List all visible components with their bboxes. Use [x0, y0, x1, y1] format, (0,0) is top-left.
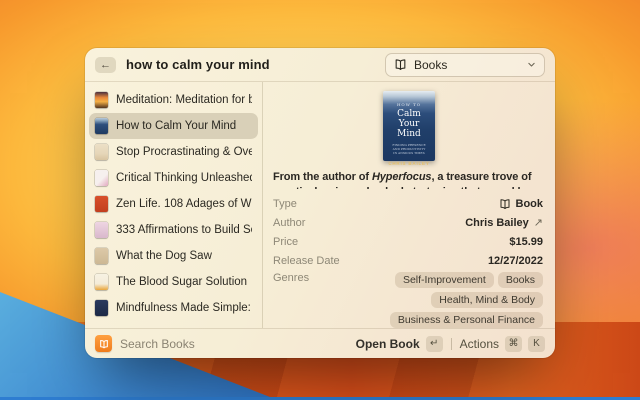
book-icon — [499, 198, 511, 210]
books-app-icon — [95, 335, 112, 352]
genre-tags: Self-Improvement Books Health, Mind & Bo… — [309, 272, 543, 328]
list-item[interactable]: Critical Thinking Unleashed: Ho… — [89, 165, 258, 191]
book-cover-thumbnail — [95, 92, 108, 108]
list-item-title: 333 Affirmations to Build Self Es… — [116, 224, 252, 236]
list-item[interactable]: 333 Affirmations to Build Self Es… — [89, 217, 258, 243]
field-value: Book — [499, 198, 544, 210]
back-button[interactable]: ← — [95, 57, 116, 73]
back-arrow-icon: ← — [100, 59, 111, 71]
book-cover-thumbnail — [95, 274, 108, 290]
field-author: Author Chris Bailey ↗ — [273, 213, 543, 232]
field-label: Price — [273, 236, 298, 248]
genre-tag[interactable]: Self-Improvement — [395, 272, 494, 288]
description-text: From the author of — [273, 171, 372, 183]
field-label: Type — [273, 198, 297, 210]
book-cover-thumbnail — [95, 196, 108, 212]
list-item-title: Zen Life. 108 Adages of Wisdom — [116, 198, 252, 210]
field-release-date: Release Date 12/27/2022 — [273, 251, 543, 270]
field-type: Type Book — [273, 194, 543, 213]
genre-tag[interactable]: Health, Mind & Body — [431, 292, 543, 308]
search-input[interactable]: how to calm your mind — [126, 57, 375, 72]
footer-divider — [451, 338, 452, 350]
content-area: Meditation: Meditation for begin… How to… — [85, 82, 555, 328]
description-italic: Hyperfocus — [372, 171, 432, 183]
list-item-title: Stop Procrastinating & Overthin… — [116, 146, 252, 158]
open-book-button[interactable]: Open Book — [356, 337, 420, 351]
book-cover-image: HOW TO Calm Your Mind FINDING PRESENCE A… — [383, 91, 435, 161]
cover-title: Calm Your Mind — [388, 109, 430, 139]
detail-panel: HOW TO Calm Your Mind FINDING PRESENCE A… — [262, 82, 555, 328]
list-item-selected[interactable]: How to Calm Your Mind — [89, 113, 258, 139]
cover-eyebrow: HOW TO — [397, 102, 421, 107]
book-cover-thumbnail — [95, 248, 108, 264]
field-label: Release Date — [273, 255, 340, 267]
cover-subtitle: FINDING PRESENCE AND PRODUCTIVITY IN ANX… — [391, 143, 427, 155]
footer-actions: Open Book ↵ Actions ⌘ K — [356, 336, 545, 352]
genre-tag[interactable]: Business & Personal Finance — [390, 312, 543, 328]
chevron-down-icon — [527, 60, 536, 69]
launcher-window: ← how to calm your mind Books Meditation… — [85, 48, 555, 358]
field-price: Price $15.99 — [273, 232, 543, 251]
book-cover-thumbnail — [95, 300, 108, 316]
category-dropdown-label: Books — [414, 58, 520, 72]
genre-tag[interactable]: Books — [498, 272, 543, 288]
list-item-title: Mindfulness Made Simple: An In… — [116, 302, 252, 314]
list-item[interactable]: Mindfulness Made Simple: An In… — [89, 295, 258, 321]
book-cover-thumbnail — [95, 170, 108, 186]
list-item-title: Critical Thinking Unleashed: Ho… — [116, 172, 252, 184]
footer-app: Search Books — [95, 335, 195, 352]
k-key-badge: K — [528, 336, 545, 352]
field-label: Genres — [273, 272, 309, 284]
book-description: From the author of Hyperfocus, a treasur… — [263, 169, 555, 189]
list-item-title: How to Calm Your Mind — [116, 120, 236, 132]
field-label: Author — [273, 217, 305, 229]
list-item-title: Meditation: Meditation for begin… — [116, 94, 252, 106]
author-link[interactable]: Chris Bailey ↗ — [465, 216, 543, 229]
list-item[interactable]: What the Dog Saw — [89, 243, 258, 269]
cmd-key-badge: ⌘ — [505, 336, 522, 352]
footer-app-label: Search Books — [120, 337, 195, 351]
external-link-icon: ↗ — [534, 216, 543, 229]
metadata-section: Type Book Author Chris Bailey ↗ — [263, 189, 555, 328]
enter-key-badge: ↵ — [426, 336, 443, 352]
actions-button[interactable]: Actions — [460, 337, 499, 351]
book-cover-thumbnail — [95, 222, 108, 238]
book-cover-thumbnail — [95, 118, 108, 134]
list-item[interactable]: Zen Life. 108 Adages of Wisdom — [89, 191, 258, 217]
list-item[interactable]: Stop Procrastinating & Overthin… — [89, 139, 258, 165]
list-item-title: What the Dog Saw — [116, 250, 212, 262]
results-list: Meditation: Meditation for begin… How to… — [85, 82, 262, 328]
list-item[interactable]: The Blood Sugar Solution — [89, 269, 258, 295]
price-value-text: $15.99 — [509, 236, 543, 248]
type-value-text: Book — [516, 198, 544, 210]
book-icon — [394, 58, 407, 71]
category-dropdown[interactable]: Books — [385, 53, 545, 77]
search-header: ← how to calm your mind Books — [85, 48, 555, 82]
list-item-title: The Blood Sugar Solution — [116, 276, 247, 288]
book-cover-container: HOW TO Calm Your Mind FINDING PRESENCE A… — [263, 82, 555, 169]
list-item[interactable]: Meditation: Meditation for begin… — [89, 87, 258, 113]
author-value-text: Chris Bailey — [465, 217, 529, 229]
cover-author: CHRIS BAILEY — [388, 161, 429, 166]
action-bar: Search Books Open Book ↵ Actions ⌘ K — [85, 328, 555, 358]
field-genres: Genres Self-Improvement Books Health, Mi… — [273, 272, 543, 328]
release-date-value-text: 12/27/2022 — [488, 255, 543, 267]
book-cover-thumbnail — [95, 144, 108, 160]
